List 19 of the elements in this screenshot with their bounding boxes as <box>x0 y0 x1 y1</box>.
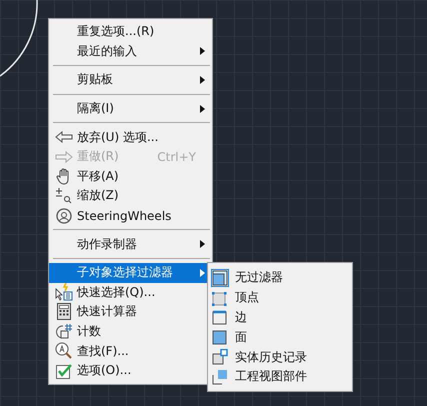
steering-wheel-icon <box>56 208 72 224</box>
menu-item[interactable]: 剪贴板 <box>49 70 212 90</box>
find-icon <box>55 342 73 360</box>
menu-item[interactable]: 重复选项...(R) <box>49 22 212 42</box>
undo-arrow-icon <box>55 131 73 144</box>
menu-item[interactable]: SteeringWheels <box>49 206 212 226</box>
zoom-icon <box>55 188 73 204</box>
shortcut-text: Ctrl+Y <box>157 150 196 164</box>
menu-item[interactable]: 放弃(U) 选项... <box>49 127 212 147</box>
calculator-icon <box>57 303 71 320</box>
menu-item[interactable]: 最近的输入 <box>49 42 212 62</box>
menu-item[interactable]: 隔离(I) <box>49 98 212 118</box>
redo-arrow-icon <box>55 150 73 163</box>
menu-item[interactable]: 缩放(Z) <box>49 186 212 206</box>
menu-item[interactable]: 动作录制器 <box>49 234 212 254</box>
count-icon <box>55 323 73 340</box>
quick-select-icon <box>55 283 73 302</box>
checkbox-check-icon <box>56 362 72 379</box>
menu-item[interactable]: 平移(A) <box>49 166 212 186</box>
